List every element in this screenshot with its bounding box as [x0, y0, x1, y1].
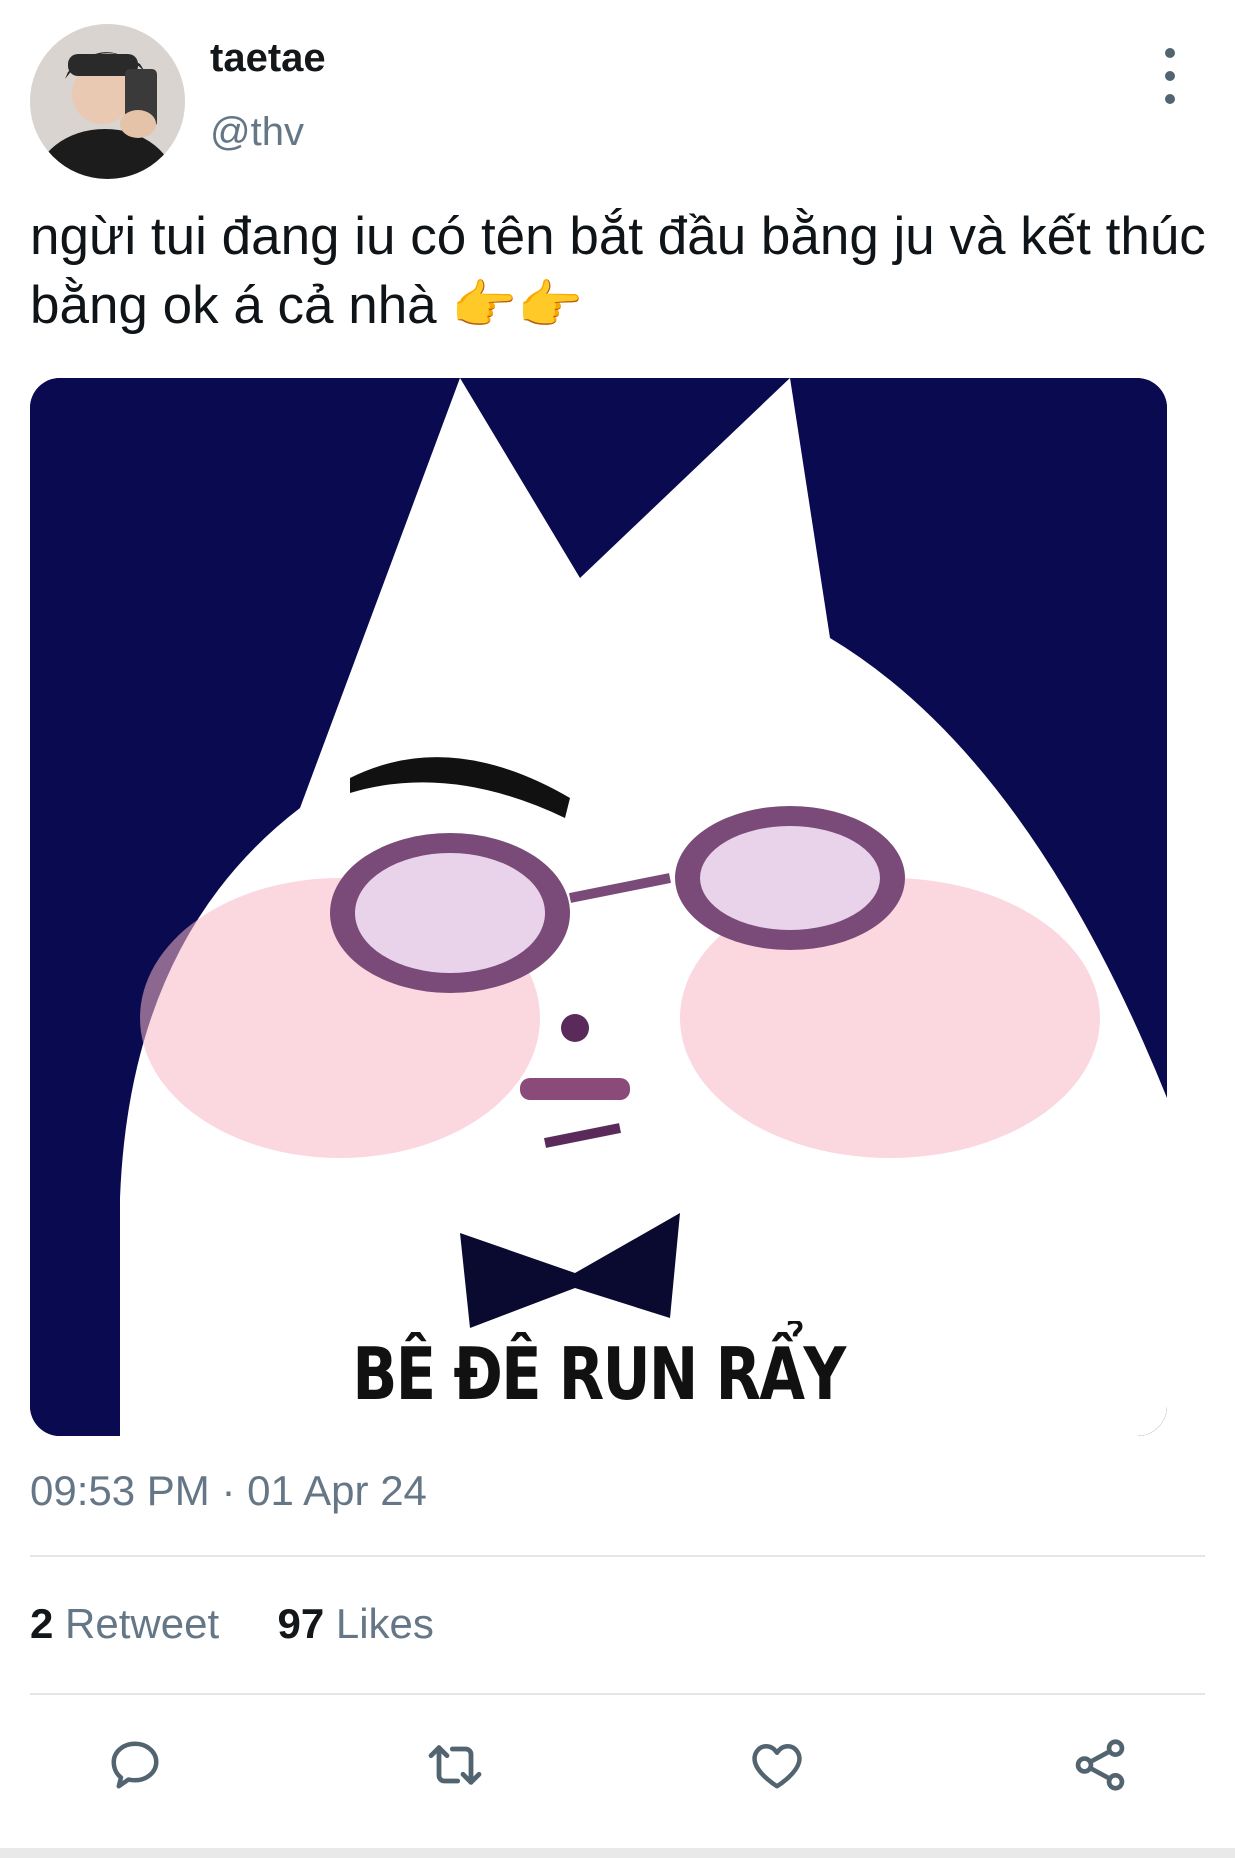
user-handle[interactable]: @thv [210, 110, 304, 155]
share-button[interactable] [1065, 1730, 1135, 1800]
reply-icon [111, 1741, 159, 1789]
tweet-media-image[interactable]: BÊ ĐÊ RUN RẨY [30, 378, 1167, 1436]
meme-caption: BÊ ĐÊ RUN RẨY [352, 1332, 846, 1416]
like-button[interactable] [742, 1730, 812, 1800]
avatar[interactable] [30, 24, 185, 179]
tweet-text: ngừi tui đang iu có tên bắt đầu bằng ju … [30, 207, 1206, 335]
tweet-actions [0, 1730, 1235, 1810]
share-icon [1075, 1739, 1125, 1791]
more-dot-icon [1165, 94, 1175, 104]
divider [30, 1693, 1205, 1695]
more-options-button[interactable] [1150, 48, 1190, 104]
retweet-label[interactable]: Retweet [65, 1600, 219, 1647]
tweet-stats: 2 Retweet 97 Likes [30, 1600, 434, 1648]
divider [30, 1555, 1205, 1557]
reply-button[interactable] [100, 1730, 170, 1800]
tweet-timestamp[interactable]: 09:53 PM · 01 Apr 24 [30, 1467, 427, 1515]
bottom-edge [0, 1848, 1235, 1858]
retweet-icon [428, 1745, 482, 1785]
likes-label[interactable]: Likes [336, 1600, 434, 1647]
more-dot-icon [1165, 48, 1175, 58]
retweet-button[interactable] [420, 1730, 490, 1800]
retweet-count[interactable]: 2 [30, 1600, 53, 1647]
display-name[interactable]: taetae [210, 36, 326, 81]
likes-count[interactable]: 97 [277, 1600, 324, 1647]
like-icon [752, 1744, 802, 1789]
more-dot-icon [1165, 71, 1175, 81]
